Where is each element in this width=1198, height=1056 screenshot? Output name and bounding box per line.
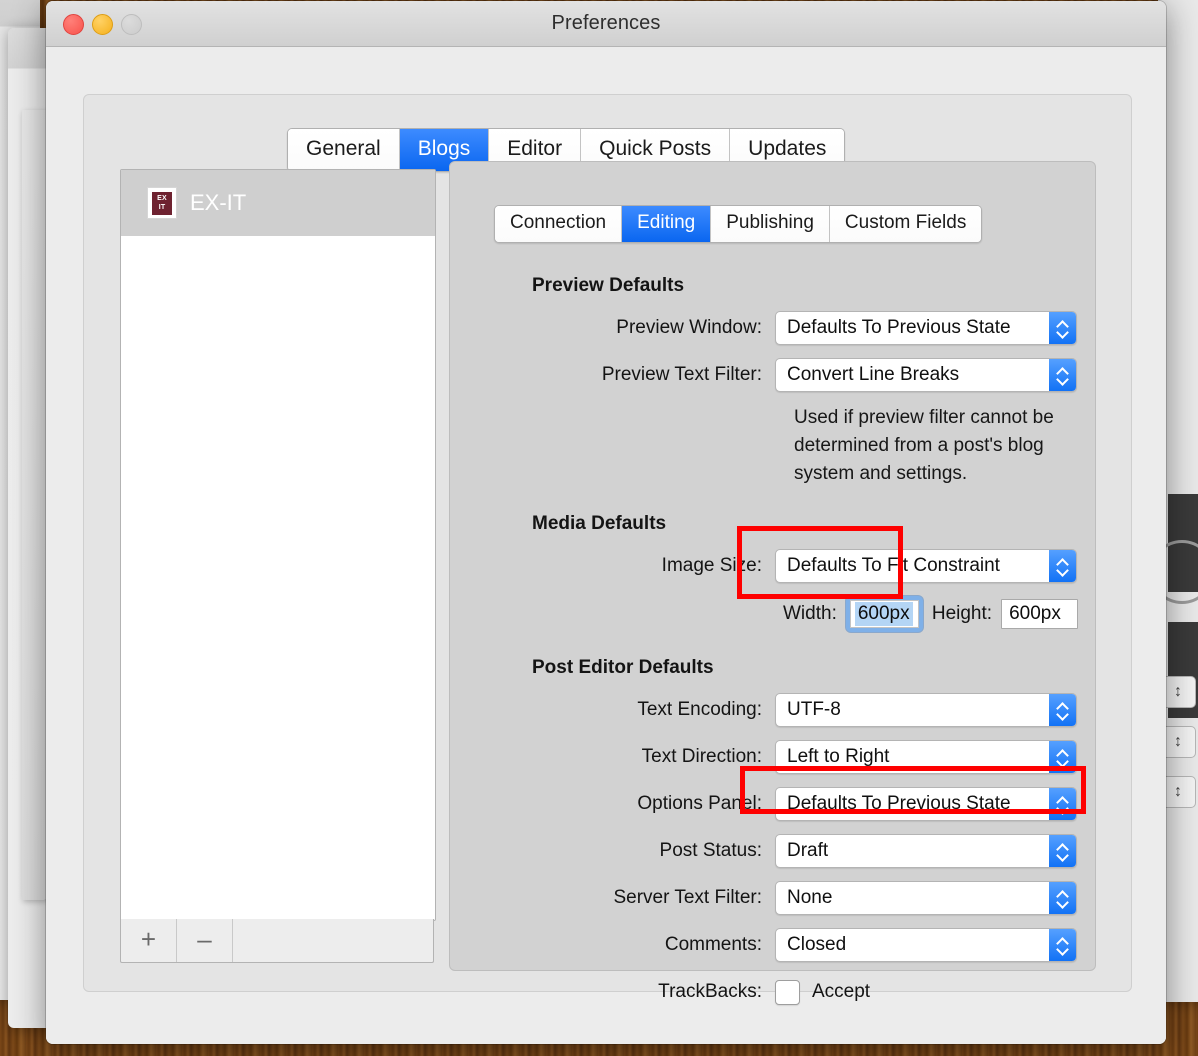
select-text-encoding[interactable]: UTF-8	[775, 693, 1077, 727]
select-preview-window[interactable]: Defaults To Previous State	[775, 311, 1077, 345]
input-image-height[interactable]: 600px	[1001, 599, 1079, 629]
window-title: Preferences	[551, 12, 661, 34]
tab-connection[interactable]: Connection	[495, 206, 623, 242]
blog-favicon-icon: EX IT	[147, 187, 177, 219]
tab-editing[interactable]: Editing	[622, 206, 712, 242]
blog-list-toolbar: + –	[120, 919, 434, 963]
label-post-status: Post Status:	[659, 840, 762, 861]
row-text-encoding: Text Encoding: UTF-8	[532, 692, 1108, 728]
select-text-direction-value: Left to Right	[787, 746, 890, 767]
chevron-updown-icon[interactable]	[1049, 882, 1076, 914]
row-server-text-filter: Server Text Filter: None	[532, 880, 1108, 916]
row-image-size: Image Size: Defaults To Fit Constraint	[532, 548, 1108, 584]
section-header-preview-defaults: Preview Defaults	[532, 275, 685, 296]
row-options-panel: Options Panel: Defaults To Previous Stat…	[532, 786, 1108, 822]
select-preview-text-filter-value: Convert Line Breaks	[787, 364, 960, 385]
label-trackbacks-accept: Accept	[812, 981, 871, 1002]
select-comments-value: Closed	[787, 934, 847, 955]
blog-list-item-label: EX-IT	[190, 190, 247, 215]
label-trackbacks: TrackBacks:	[658, 981, 762, 1002]
select-options-panel-value: Defaults To Previous State	[787, 793, 1011, 814]
row-comments: Comments: Closed	[532, 927, 1108, 963]
chevron-updown-icon[interactable]	[1049, 550, 1076, 582]
select-post-status-value: Draft	[787, 840, 829, 861]
select-image-size[interactable]: Defaults To Fit Constraint	[775, 549, 1077, 583]
row-text-direction: Text Direction: Left to Right	[532, 739, 1108, 775]
favicon-line-1: EX	[157, 194, 167, 202]
tab-publishing[interactable]: Publishing	[711, 206, 830, 242]
label-height: Height:	[931, 603, 993, 624]
row-post-status: Post Status: Draft	[532, 833, 1108, 869]
label-image-size: Image Size:	[661, 555, 762, 576]
select-comments[interactable]: Closed	[775, 928, 1077, 962]
row-preview-text-filter: Preview Text Filter: Convert Line Breaks	[532, 357, 1108, 393]
favicon-line-2: IT	[158, 204, 166, 211]
select-options-panel[interactable]: Defaults To Previous State	[775, 787, 1077, 821]
chevron-updown-icon[interactable]	[1049, 694, 1076, 726]
blog-settings-tab-bar: Connection Editing Publishing Custom Fie…	[494, 205, 983, 243]
blog-list[interactable]: EX IT EX-IT	[120, 169, 436, 921]
chevron-updown-icon[interactable]	[1049, 312, 1076, 344]
width-field-focus-ring: 600px	[845, 596, 923, 632]
label-comments: Comments:	[664, 934, 762, 955]
select-image-size-value: Defaults To Fit Constraint	[787, 555, 1000, 576]
tab-custom-fields[interactable]: Custom Fields	[829, 206, 982, 242]
label-preview-text-filter: Preview Text Filter:	[601, 364, 762, 385]
row-image-width-height: Width: 600px Height: 600px	[775, 596, 1108, 632]
select-server-text-filter[interactable]: None	[775, 881, 1077, 915]
window-titlebar: Preferences	[46, 1, 1166, 47]
chevron-updown-icon[interactable]	[1049, 929, 1076, 961]
input-image-width-value: 600px	[854, 602, 913, 626]
label-width: Width:	[783, 603, 837, 624]
add-blog-button[interactable]: +	[121, 919, 177, 962]
preferences-window: Preferences General Blogs Editor Quick P…	[46, 1, 1166, 1044]
blog-list-item-ex-it[interactable]: EX IT EX-IT	[121, 170, 435, 236]
select-preview-window-value: Defaults To Previous State	[787, 317, 1011, 338]
section-header-media-defaults: Media Defaults	[532, 513, 667, 534]
remove-blog-button[interactable]: –	[177, 919, 233, 962]
window-body: General Blogs Editor Quick Posts Updates…	[46, 47, 1166, 1044]
section-header-post-editor-defaults: Post Editor Defaults	[532, 657, 714, 678]
row-preview-window: Preview Window: Defaults To Previous Sta…	[532, 310, 1108, 346]
input-image-width[interactable]: 600px	[849, 600, 919, 628]
input-image-height-value: 600px	[1009, 603, 1061, 624]
label-options-panel: Options Panel:	[637, 793, 762, 814]
select-post-status[interactable]: Draft	[775, 834, 1077, 868]
row-trackbacks: TrackBacks: Accept	[532, 974, 1108, 1010]
select-text-encoding-value: UTF-8	[787, 699, 841, 720]
select-preview-text-filter[interactable]: Convert Line Breaks	[775, 358, 1077, 392]
label-text-direction: Text Direction:	[641, 746, 762, 767]
chevron-updown-icon[interactable]	[1049, 741, 1076, 773]
label-preview-window: Preview Window:	[616, 317, 762, 338]
chevron-updown-icon[interactable]	[1049, 788, 1076, 820]
chevron-updown-icon[interactable]	[1049, 359, 1076, 391]
tab-general[interactable]: General	[288, 129, 400, 172]
label-server-text-filter: Server Text Filter:	[613, 887, 762, 908]
select-server-text-filter-value: None	[787, 887, 833, 908]
editing-settings-form: Preview Defaults Preview Window: Default…	[532, 275, 1108, 1021]
checkbox-trackbacks-accept[interactable]	[775, 979, 800, 1005]
label-text-encoding: Text Encoding:	[637, 699, 762, 720]
chevron-updown-icon[interactable]	[1049, 835, 1076, 867]
select-text-direction[interactable]: Left to Right	[775, 740, 1077, 774]
preview-filter-helper-text: Used if preview filter cannot be determi…	[794, 407, 1054, 484]
